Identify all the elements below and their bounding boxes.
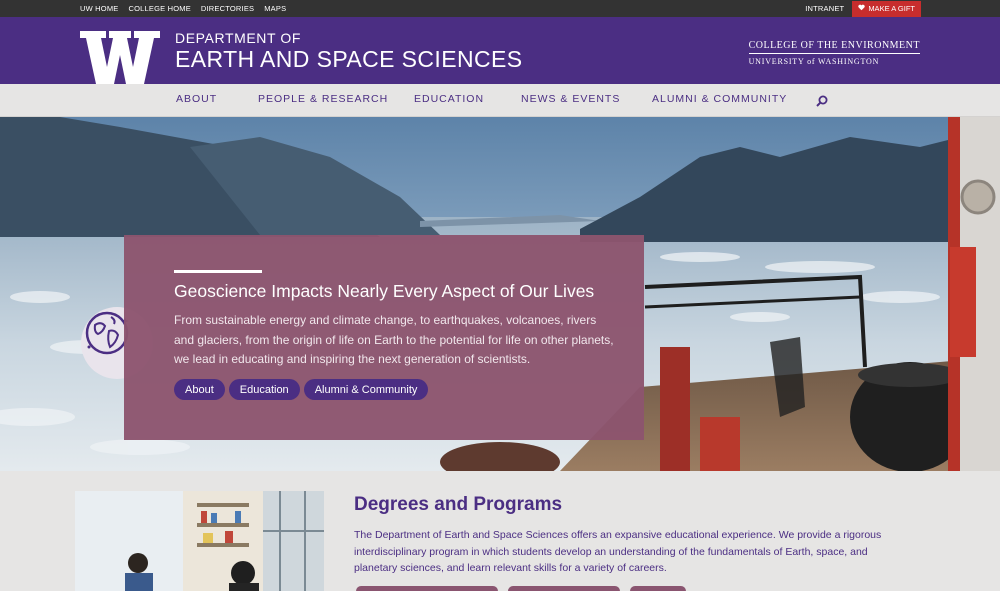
heart-icon xyxy=(858,4,865,13)
utility-links: UW HOME COLLEGE HOME DIRECTORIES MAPS xyxy=(80,0,286,17)
site-header: DEPARTMENT OF EARTH AND SPACE SCIENCES C… xyxy=(0,17,1000,84)
hero-title: Geoscience Impacts Nearly Every Aspect o… xyxy=(174,281,595,301)
hero-body: From sustainable energy and climate chan… xyxy=(174,313,614,366)
dept-name-line2[interactable]: EARTH AND SPACE SCIENCES xyxy=(175,46,522,73)
degrees-body: The Department of Earth and Space Scienc… xyxy=(354,529,882,574)
college-name: COLLEGE OF THE ENVIRONMENT xyxy=(748,40,920,54)
university-name: UNIVERSITY of WASHINGTON xyxy=(748,57,880,66)
make-a-gift-button[interactable]: MAKE A GIFT xyxy=(852,0,921,17)
degrees-section: Degrees and Programs The Department of E… xyxy=(0,471,1000,591)
nav-item-people-research[interactable]: PEOPLE & RESEARCH xyxy=(258,93,388,105)
uw-home-link[interactable]: UW HOME xyxy=(80,4,118,13)
college-home-link[interactable]: COLLEGE HOME xyxy=(128,4,190,13)
utility-right: INTRANET MAKE A GIFT xyxy=(805,0,921,17)
degrees-button-1[interactable] xyxy=(356,586,498,591)
intranet-link[interactable]: INTRANET xyxy=(805,4,844,13)
degrees-title: Degrees and Programs xyxy=(354,494,563,515)
hero-buttons: About Education Alumni & Community xyxy=(174,379,429,400)
college-wordmark[interactable]: COLLEGE OF THE ENVIRONMENT UNIVERSITY of… xyxy=(748,40,920,66)
search-icon[interactable] xyxy=(815,94,829,108)
hero-alumni-community-button[interactable]: Alumni & Community xyxy=(303,379,429,400)
hero-image: Geoscience Impacts Nearly Every Aspect o… xyxy=(0,117,1000,471)
page: UW HOME COLLEGE HOME DIRECTORIES MAPS IN… xyxy=(0,0,1000,591)
nav-item-news-events[interactable]: NEWS & EVENTS xyxy=(521,93,620,105)
hero-card: Geoscience Impacts Nearly Every Aspect o… xyxy=(124,235,644,440)
hero-about-button[interactable]: About xyxy=(174,379,225,400)
nav-item-alumni-community[interactable]: ALUMNI & COMMUNITY xyxy=(652,93,787,105)
degrees-button-2[interactable] xyxy=(508,586,620,591)
lab-photo xyxy=(75,491,324,591)
maps-link[interactable]: MAPS xyxy=(264,4,286,13)
utility-bar: UW HOME COLLEGE HOME DIRECTORIES MAPS IN… xyxy=(0,0,1000,17)
degrees-button-3[interactable] xyxy=(630,586,686,591)
nav-item-education[interactable]: EDUCATION xyxy=(414,93,484,105)
main-nav: ABOUT PEOPLE & RESEARCH EDUCATION NEWS &… xyxy=(0,84,1000,117)
hero-education-button[interactable]: Education xyxy=(228,379,300,400)
uw-w-logo[interactable] xyxy=(80,31,160,84)
dept-name-line1: DEPARTMENT OF xyxy=(175,30,302,46)
make-a-gift-label: MAKE A GIFT xyxy=(868,4,915,13)
nav-item-about[interactable]: ABOUT xyxy=(176,93,217,105)
hero-card-rule xyxy=(174,270,262,273)
directories-link[interactable]: DIRECTORIES xyxy=(201,4,254,13)
